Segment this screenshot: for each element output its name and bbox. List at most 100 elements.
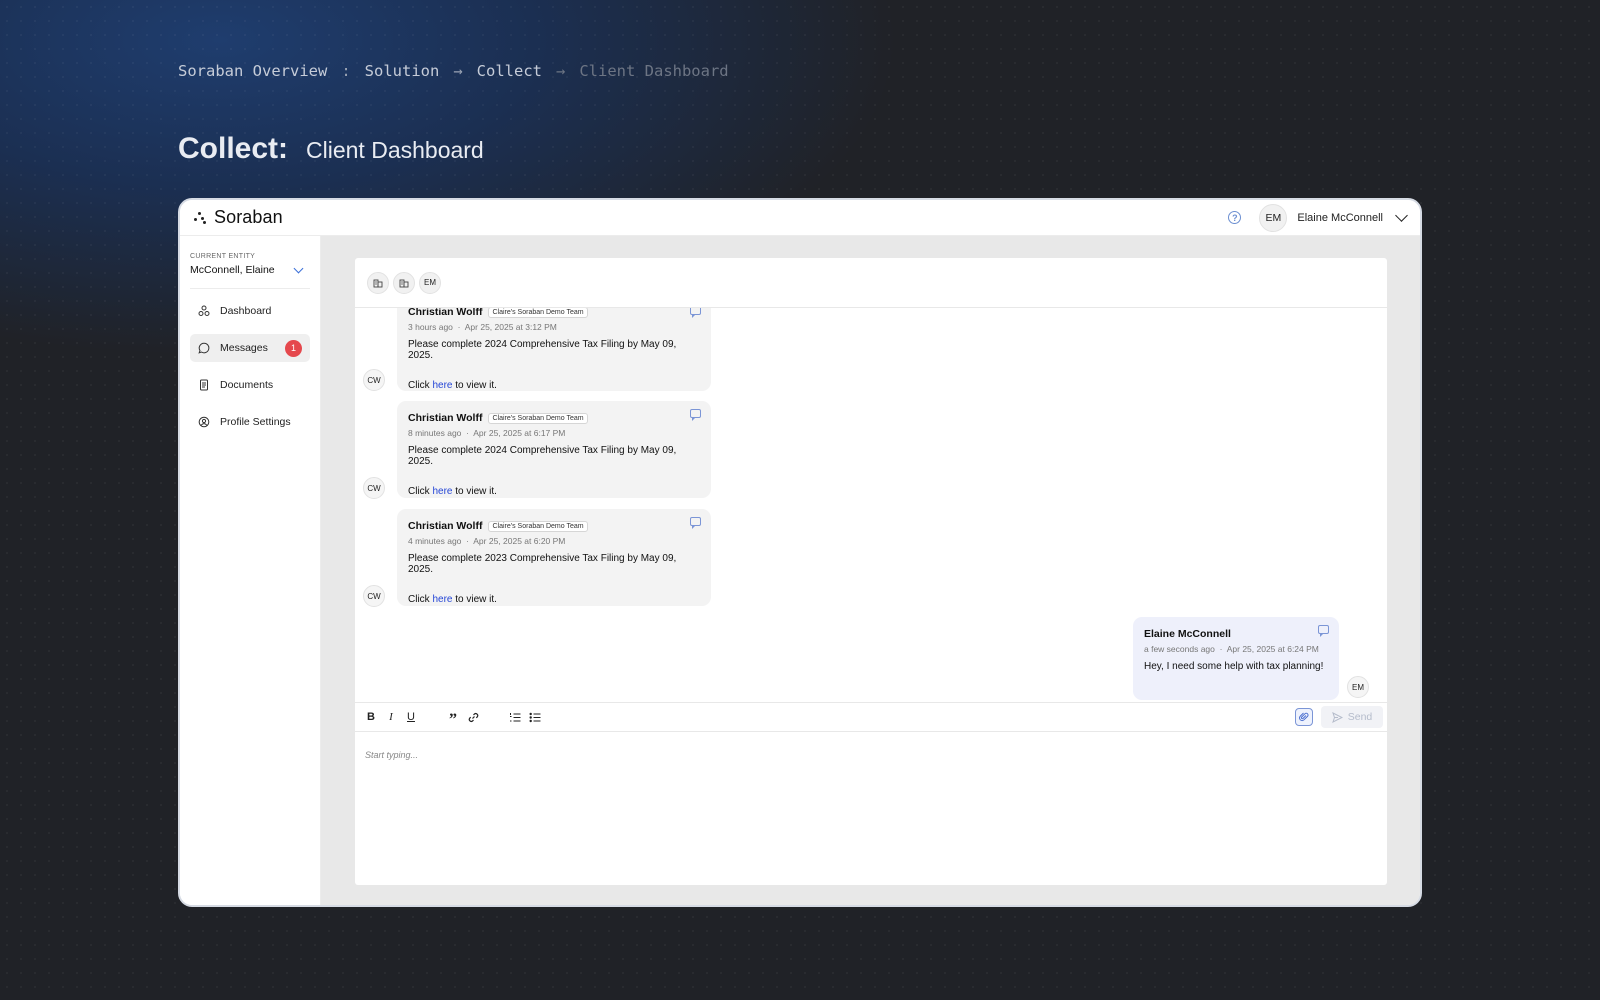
building-icon[interactable] xyxy=(393,271,415,294)
meta-separator: · xyxy=(457,322,461,332)
chat-icon xyxy=(198,342,210,354)
entity-selector[interactable]: CURRENT ENTITY McConnell, Elaine xyxy=(180,236,320,276)
breadcrumb-item-solution[interactable]: Solution xyxy=(365,62,440,80)
message-link[interactable]: here xyxy=(432,380,452,391)
message-date: Apr 25, 2025 at 3:12 PM xyxy=(464,322,557,332)
app-topbar: Soraban ? EM Elaine McConnell xyxy=(180,200,1420,236)
page-title-sub: Client Dashboard xyxy=(306,137,484,163)
avatar: EM xyxy=(1347,676,1369,698)
sidebar-item-label: Profile Settings xyxy=(220,416,291,428)
message-bubble: Christian Wolff Claire's Soraban Demo Te… xyxy=(397,401,711,498)
breadcrumb: Soraban Overview : Solution → Collect → … xyxy=(178,62,729,80)
breadcrumb-colon: : xyxy=(341,62,351,80)
italic-button[interactable]: I xyxy=(385,710,397,724)
app-logo-text: Soraban xyxy=(214,207,283,227)
meta-separator: · xyxy=(1219,644,1223,654)
reply-icon[interactable] xyxy=(690,517,701,529)
send-label: Send xyxy=(1347,711,1373,723)
message-click-text: Click xyxy=(408,486,430,497)
sidebar-item-documents[interactable]: Documents xyxy=(190,371,310,399)
message-date: Apr 25, 2025 at 6:24 PM xyxy=(1226,644,1319,654)
link-icon[interactable] xyxy=(467,710,479,724)
message-ago: 3 hours ago xyxy=(408,322,453,332)
sidebar-item-label: Documents xyxy=(220,379,274,391)
avatar: CW xyxy=(363,477,385,499)
message-input[interactable]: Start typing... xyxy=(355,732,1387,885)
building-icon[interactable] xyxy=(367,271,389,294)
team-tag: Claire's Soraban Demo Team xyxy=(488,412,588,424)
participants-bar: EM xyxy=(355,258,1387,308)
meta-separator: · xyxy=(466,428,469,438)
entity-label: CURRENT ENTITY xyxy=(190,253,256,260)
user-name[interactable]: Elaine McConnell xyxy=(1297,212,1383,224)
messages-panel: EM Christian Wolff Claire's Soraban Demo… xyxy=(355,258,1387,885)
sidebar-item-profile-settings[interactable]: Profile Settings xyxy=(190,408,310,436)
message-body: Please complete 2024 Comprehensive Tax F… xyxy=(408,445,677,467)
underline-button[interactable]: U xyxy=(405,710,417,724)
message-click-text: Click xyxy=(408,594,430,605)
send-icon xyxy=(1331,711,1343,723)
chevron-down-icon[interactable] xyxy=(293,263,304,274)
unread-badge: 1 xyxy=(285,339,302,357)
message-ago: 4 minutes ago xyxy=(408,536,462,546)
participant-avatar[interactable]: EM xyxy=(419,271,441,294)
meta-separator: · xyxy=(466,536,469,546)
sidebar-item-messages[interactable]: Messages 1 xyxy=(190,334,310,362)
message-date: Apr 25, 2025 at 6:17 PM xyxy=(473,428,566,438)
message-sender: Christian Wolff xyxy=(408,308,483,318)
bold-button[interactable]: B xyxy=(365,710,377,724)
avatar: CW xyxy=(363,585,385,607)
app-logo[interactable]: Soraban xyxy=(194,207,283,228)
message-body: Please complete 2023 Comprehensive Tax F… xyxy=(408,553,677,575)
sidebar-item-label: Dashboard xyxy=(220,305,272,317)
reply-icon[interactable] xyxy=(690,409,701,421)
sidebar-divider xyxy=(190,288,310,289)
app-window: Soraban ? EM Elaine McConnell CURRENT EN… xyxy=(178,198,1422,907)
ordered-list-icon[interactable] xyxy=(509,710,521,724)
paperclip-icon[interactable] xyxy=(1295,708,1313,726)
breadcrumb-arrow: → xyxy=(555,62,566,80)
message-click-text: Click xyxy=(408,380,430,391)
sidebar-item-dashboard[interactable]: Dashboard xyxy=(190,297,310,325)
message-click-text: to view it. xyxy=(455,594,497,605)
message-sender: Christian Wolff xyxy=(408,520,483,532)
message-body: Hey, I need some help with tax planning! xyxy=(1144,661,1324,672)
message-date: Apr 25, 2025 at 6:20 PM xyxy=(473,536,566,546)
avatar[interactable]: EM xyxy=(1259,203,1288,232)
main-content: EM Christian Wolff Claire's Soraban Demo… xyxy=(321,236,1420,905)
logo-dots-icon xyxy=(194,211,206,224)
message-link[interactable]: here xyxy=(432,594,452,605)
reply-icon[interactable] xyxy=(1318,625,1329,637)
breadcrumb-item-collect[interactable]: Collect xyxy=(477,62,542,80)
message-ago: 8 minutes ago xyxy=(408,428,462,438)
help-icon[interactable]: ? xyxy=(1228,211,1242,224)
team-tag: Claire's Soraban Demo Team xyxy=(488,308,588,318)
bullet-list-icon[interactable] xyxy=(529,710,541,724)
message-body: Please complete 2024 Comprehensive Tax F… xyxy=(408,339,677,361)
message-link[interactable]: here xyxy=(432,486,452,497)
sidebar-nav: Dashboard Messages 1 Documents Profile S… xyxy=(180,297,320,436)
avatar: CW xyxy=(363,369,385,391)
breadcrumb-root[interactable]: Soraban Overview xyxy=(178,62,327,80)
message-bubble: Christian Wolff Claire's Soraban Demo Te… xyxy=(397,308,711,391)
message-bubble: Christian Wolff Claire's Soraban Demo Te… xyxy=(397,509,711,606)
message-input-placeholder: Start typing... xyxy=(365,750,419,760)
message-thread[interactable]: Christian Wolff Claire's Soraban Demo Te… xyxy=(355,308,1387,702)
breadcrumb-arrow: → xyxy=(453,62,463,80)
message-ago: a few seconds ago xyxy=(1144,644,1215,654)
team-tag: Claire's Soraban Demo Team xyxy=(488,520,588,532)
breadcrumb-item-current: Client Dashboard xyxy=(579,62,729,80)
editor-toolbar: B I U ” Send xyxy=(355,702,1387,732)
message-bubble-own: Elaine McConnell a few seconds ago · Apr… xyxy=(1133,617,1339,700)
profile-settings-icon xyxy=(198,416,210,428)
document-icon xyxy=(198,379,210,391)
dashboard-icon xyxy=(198,305,210,317)
quote-button[interactable]: ” xyxy=(447,710,459,728)
sidebar: CURRENT ENTITY McConnell, Elaine Dashboa… xyxy=(180,236,321,905)
reply-icon[interactable] xyxy=(690,308,701,318)
message-sender: Elaine McConnell xyxy=(1144,628,1231,640)
send-button[interactable]: Send xyxy=(1321,706,1383,728)
chevron-down-icon[interactable] xyxy=(1395,209,1408,222)
message-sender: Christian Wolff xyxy=(408,412,483,424)
message-click-text: to view it. xyxy=(455,380,497,391)
